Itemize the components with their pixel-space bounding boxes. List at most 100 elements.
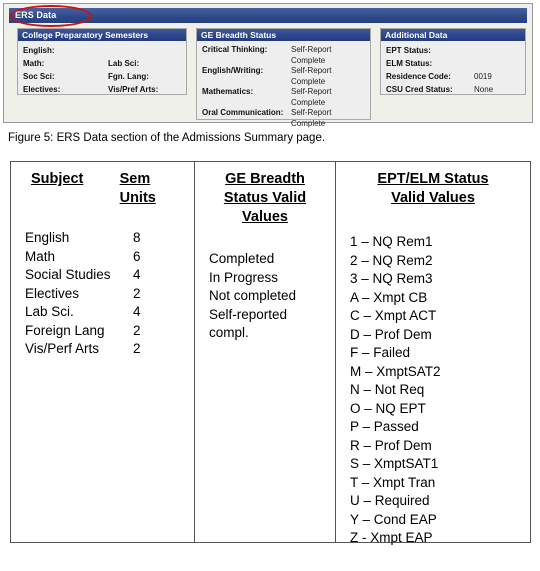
- field-value-residence-code: 0019: [474, 72, 492, 81]
- panel-additional-data-body: EPT Status: ELM Status: Residence Code: …: [381, 41, 525, 98]
- table-row: English 8: [25, 229, 194, 248]
- field-label-critical-thinking: Critical Thinking:: [202, 45, 268, 54]
- list-item: Z - Xmpt EAP: [350, 530, 433, 545]
- list-item: C – Xmpt ACT: [350, 308, 437, 323]
- subject-name: Foreign Lang: [25, 322, 105, 338]
- field-value-mathematics-1: Self-Report: [291, 87, 332, 96]
- list-item: F – Failed: [350, 345, 411, 360]
- field-label-english: English:: [23, 46, 55, 55]
- table-row: Social Studies 4: [25, 266, 194, 285]
- field-label-fgn-lang: Fgn. Lang:: [108, 72, 149, 81]
- ers-data-screenshot: ERS Data College Preparatory Semesters E…: [3, 3, 533, 128]
- header-sem-units: Sem Units: [119, 171, 156, 206]
- panel-college-prep-body: English: Math: Lab Sci: Soc Sci: Fgn. La…: [18, 41, 186, 98]
- table-column-ept-elm-valid-values: EPT/ELM Status Valid Values 1 – NQ Rem1 …: [335, 162, 530, 545]
- field-value-csu-cred-status: None: [474, 85, 494, 94]
- field-value-critical-thinking-1: Self-Report: [291, 45, 332, 54]
- subject-name: Vis/Perf Arts: [25, 341, 100, 356]
- field-label-mathematics: Mathematics:: [202, 87, 254, 96]
- subject-name: Electives: [25, 285, 80, 301]
- subject-units: 4: [133, 267, 141, 282]
- list-item: A – Xmpt CB: [350, 289, 428, 305]
- subject-name: English: [25, 230, 70, 245]
- table-column-ge-breadth-valid-values: GE Breadth Status Valid Values Completed…: [194, 162, 335, 542]
- list-item: 2 – NQ Rem2: [350, 252, 433, 268]
- subject-name: Math: [25, 248, 56, 264]
- list-item: Completed: [209, 251, 275, 266]
- ge-column-header: GE Breadth Status Valid Values: [209, 170, 335, 227]
- ept-header-line1: EPT/ELM Status: [377, 171, 489, 187]
- field-label-spacer-3: [202, 98, 291, 109]
- table-row: Vis/Perf Arts 2: [25, 340, 194, 359]
- ept-header-line2: Valid Values: [391, 190, 475, 206]
- field-value-english-writing-1: Self-Report: [291, 66, 332, 75]
- list-item: Not completed: [209, 288, 297, 303]
- list-item: O – NQ EPT: [350, 400, 426, 416]
- field-label-spacer-4: [202, 119, 291, 130]
- panel-ge-breadth-header: GE Breadth Status: [197, 29, 370, 41]
- ept-value-list: 1 – NQ Rem1 2 – NQ Rem2 3 – NQ Rem3 A – …: [350, 233, 530, 548]
- subject-units: 2: [133, 322, 141, 338]
- list-item: 1 – NQ Rem1: [350, 234, 433, 249]
- list-item: T – Xmpt Tran: [350, 474, 436, 490]
- list-item: P – Passed: [350, 419, 419, 434]
- list-item: 3 – NQ Rem3: [350, 271, 433, 286]
- field-label-electives: Electives:: [23, 85, 61, 94]
- field-label-vis-pref-arts: Vis/Pref Arts:: [108, 85, 159, 94]
- subject-units: 4: [133, 304, 141, 319]
- subject-name: Social Studies: [25, 267, 111, 282]
- table-row: Lab Sci. 4: [25, 303, 194, 322]
- list-item: D – Prof Dem: [350, 326, 432, 342]
- subject-row-list: English 8 Math 6 Social Studies 4 Electi…: [25, 229, 194, 359]
- list-item: In Progress: [209, 269, 279, 285]
- field-value-mathematics-2: Complete: [291, 97, 326, 107]
- field-value-english: [108, 45, 182, 56]
- field-label-residence-code: Residence Code:: [386, 72, 451, 81]
- field-label-lab-sci: Lab Sci:: [108, 59, 140, 68]
- subject-units: 8: [133, 230, 141, 245]
- field-label-spacer-2: [202, 77, 291, 88]
- figure-caption: Figure 5: ERS Data section of the Admiss…: [8, 132, 326, 144]
- list-item: R – Prof Dem: [350, 437, 432, 453]
- panel-college-preparatory-semesters: College Preparatory Semesters English: M…: [17, 28, 187, 95]
- field-value-critical-thinking-2: Complete: [291, 55, 326, 65]
- field-value-ept-status: [474, 45, 521, 56]
- list-item: U – Required: [350, 493, 430, 508]
- ge-header-line2: Status Valid: [223, 190, 307, 206]
- valid-values-table: Subject Sem Units English 8 Math 6 Socia…: [10, 161, 531, 545]
- panel-college-prep-header: College Preparatory Semesters: [18, 29, 186, 41]
- subject-units: 6: [133, 248, 141, 264]
- subject-column-header: Subject Sem Units: [25, 170, 194, 208]
- header-subject: Subject: [31, 171, 84, 187]
- field-label-ept-status: EPT Status:: [386, 46, 431, 55]
- panel-ge-breadth-status: GE Breadth Status Critical Thinking: Sel…: [196, 28, 371, 128]
- ers-data-title-label: ERS Data: [15, 10, 57, 20]
- field-label-elm-status: ELM Status:: [386, 59, 433, 68]
- field-value-oral-communication-2: Complete: [291, 118, 326, 128]
- list-item: S – XmptSAT1: [350, 456, 439, 471]
- table-column-subject-sem-units: Subject Sem Units English 8 Math 6 Socia…: [11, 162, 194, 542]
- list-item: Self-reported: [209, 306, 288, 322]
- panel-additional-data-header: Additional Data: [381, 29, 525, 41]
- field-value-oral-communication-1: Self-Report: [291, 108, 332, 117]
- table-row: Math 6: [25, 248, 194, 267]
- ers-data-titlebar: ERS Data: [9, 8, 527, 23]
- ept-column-header: EPT/ELM Status Valid Values: [350, 170, 530, 208]
- field-value-elm-status: [474, 58, 521, 69]
- list-item: M – XmptSAT2: [350, 363, 441, 379]
- ge-header-line1: GE Breadth: [225, 171, 305, 187]
- table-row: Electives 2: [25, 285, 194, 304]
- subject-units: 2: [133, 341, 141, 356]
- field-label-oral-communication: Oral Communication:: [202, 108, 284, 117]
- table-row: Foreign Lang 2: [25, 322, 194, 341]
- subject-name: Lab Sci.: [25, 304, 74, 319]
- panel-ge-breadth-body: Critical Thinking: Self-Report Complete …: [197, 41, 370, 132]
- ge-value-list: Completed In Progress Not completed Self…: [209, 250, 335, 343]
- field-label-english-writing: English/Writing:: [202, 66, 264, 75]
- field-value-english-writing-2: Complete: [291, 76, 326, 86]
- field-label-csu-cred-status: CSU Cred Status:: [386, 85, 453, 94]
- list-item: compl.: [209, 325, 249, 340]
- subject-units: 2: [133, 285, 141, 301]
- ge-header-line3: Values: [242, 209, 288, 225]
- field-label-spacer-1: [202, 56, 291, 67]
